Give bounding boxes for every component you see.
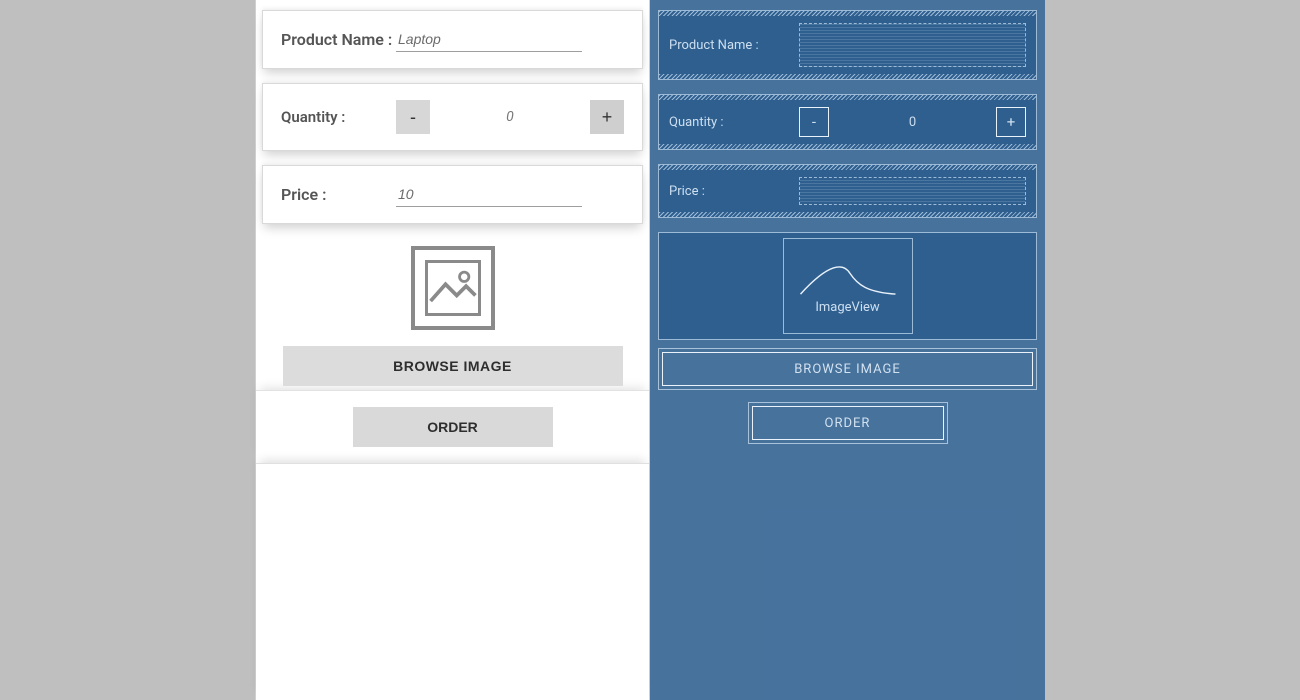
bp-price-label: Price : xyxy=(669,184,799,199)
bp-imageview-curve-icon xyxy=(784,258,912,296)
bp-order-inner: ORDER xyxy=(752,406,944,440)
quantity-value: 0 xyxy=(430,109,590,125)
quantity-card: Quantity : - 0 + xyxy=(262,83,643,151)
quantity-minus-button[interactable]: - xyxy=(396,100,430,134)
bp-product-name-card: Product Name : xyxy=(658,10,1037,80)
product-name-label: Product Name : xyxy=(281,30,396,50)
runtime-preview-panel: Product Name : Quantity : - 0 + Price : xyxy=(255,0,650,700)
bp-price-field xyxy=(799,177,1026,205)
product-name-field-wrap xyxy=(396,27,624,52)
price-field-wrap xyxy=(396,182,624,207)
side-by-side-stage: Product Name : Quantity : - 0 + Price : xyxy=(255,0,1045,700)
bp-product-name-field xyxy=(799,23,1026,67)
bp-quantity-value: 0 xyxy=(829,115,996,130)
bp-price-card: Price : xyxy=(658,164,1037,218)
bp-order-button: ORDER xyxy=(748,402,948,444)
bp-imageview-inner: ImageView xyxy=(783,238,913,334)
price-label: Price : xyxy=(281,185,396,205)
quantity-plus-button[interactable]: + xyxy=(590,100,624,134)
bp-product-name-label: Product Name : xyxy=(669,38,799,53)
runtime-empty-space xyxy=(256,463,649,700)
product-name-card: Product Name : xyxy=(262,10,643,69)
bp-imageview-card: ImageView xyxy=(658,232,1037,340)
quantity-label: Quantity : xyxy=(281,108,396,126)
bp-imageview-label: ImageView xyxy=(815,300,879,315)
order-button[interactable]: ORDER xyxy=(353,407,553,447)
browse-image-button[interactable]: BROWSE IMAGE xyxy=(283,346,623,386)
bp-quantity-label: Quantity : xyxy=(669,115,799,130)
bp-quantity-plus-button: + xyxy=(996,107,1026,137)
image-area: BROWSE IMAGE xyxy=(256,238,649,390)
price-input[interactable] xyxy=(396,182,582,207)
bp-browse-image-inner: BROWSE IMAGE xyxy=(662,352,1033,386)
picture-icon xyxy=(425,260,481,316)
layout-blueprint-panel: Product Name : Quantity : - 0 + Price : xyxy=(650,0,1045,700)
price-card: Price : xyxy=(262,165,643,224)
bp-order-wrap: ORDER xyxy=(658,402,1037,444)
order-wrap: ORDER xyxy=(256,390,649,463)
bp-browse-image-button: BROWSE IMAGE xyxy=(658,348,1037,390)
image-placeholder-icon xyxy=(411,246,495,330)
bp-quantity-card: Quantity : - 0 + xyxy=(658,94,1037,150)
product-name-input[interactable] xyxy=(396,27,582,52)
bp-quantity-minus-button: - xyxy=(799,107,829,137)
